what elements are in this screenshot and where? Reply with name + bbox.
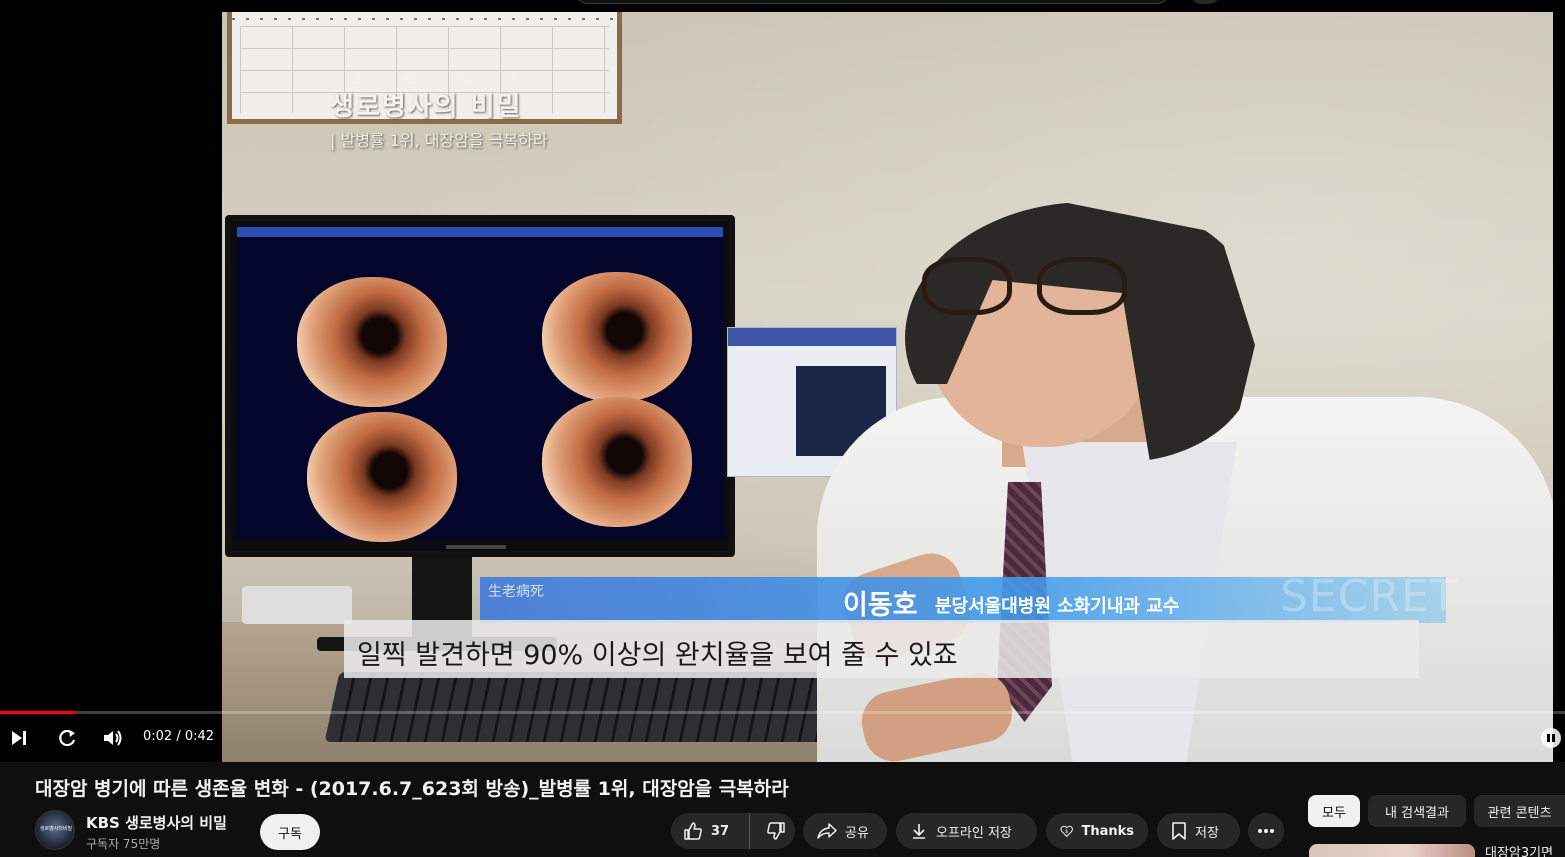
pause-button[interactable] — [1541, 728, 1561, 748]
autoplay-button[interactable] — [52, 724, 82, 752]
pause-icon — [1547, 734, 1555, 742]
volume-button[interactable] — [98, 724, 128, 752]
more-actions-button[interactable] — [1248, 813, 1284, 849]
chip-related[interactable]: 관련 콘텐츠 — [1474, 795, 1565, 827]
show-logo-hanja: 生 老 病 死 — [352, 71, 536, 86]
endoscopy-image-1 — [297, 277, 447, 407]
more-horizontal-icon — [1258, 829, 1274, 833]
doctor — [817, 202, 1553, 762]
subscribe-button[interactable]: 구독 — [260, 814, 320, 850]
progress-played — [0, 711, 76, 714]
download-icon — [913, 824, 925, 839]
video-player[interactable]: 生 老 病 死 생로병사의 비밀 | 발병률 1위, 대장암을 극복하라 生老病… — [0, 0, 1565, 762]
avatar-text: 생로병사의비밀 — [39, 826, 73, 832]
desk-phone — [242, 586, 352, 624]
bookmark-icon — [1172, 822, 1186, 840]
speaker-role: 분당서울대병원 소화기내과 교수 — [935, 596, 1180, 617]
next-icon — [12, 731, 26, 745]
channel-name[interactable]: KBS 생로병사의 비밀 — [86, 812, 227, 833]
chip-all[interactable]: 모두 — [1308, 795, 1360, 827]
like-count: 37 — [711, 823, 730, 839]
next-button[interactable] — [4, 724, 34, 752]
show-logo: 生 老 病 死 생로병사의 비밀 | 발병률 1위, 대장암을 극복하라 — [330, 67, 650, 151]
thumbs-up-icon — [684, 822, 702, 840]
progress-bar[interactable] — [0, 711, 1565, 714]
endoscopy-monitor — [225, 215, 735, 557]
save-button[interactable]: 저장 — [1157, 813, 1240, 849]
video-title: 대장암 병기에 따른 생존율 변화 - (2017.6.7_623회 방송)_발… — [35, 778, 789, 800]
subscriber-count: 구독자 75만명 — [86, 837, 161, 851]
share-label: 공유 — [845, 825, 869, 841]
lower-third-tag: 生老病死 — [488, 584, 544, 600]
dislike-button[interactable] — [758, 813, 795, 849]
show-logo-name: 생로병사의 비밀 — [330, 92, 523, 122]
related-video-thumbnail[interactable] — [1309, 844, 1475, 857]
endoscopy-image-4 — [542, 397, 692, 527]
download-button[interactable]: 오프라인 저장 — [896, 813, 1037, 849]
svg-text:$: $ — [1065, 829, 1068, 835]
subtitle-text: 일찍 발견하면 90% 이상의 완치율을 보여 줄 수 있죠 — [357, 640, 958, 671]
related-video-title[interactable]: 대장암3기면 — [1485, 842, 1553, 857]
like-button[interactable]: 37 — [671, 813, 750, 849]
chip-from-search[interactable]: 내 검색결과 — [1368, 795, 1466, 827]
time-display: 0:02 / 0:42 — [143, 729, 215, 744]
lower-third: 生老病死 이동호 분당서울대병원 소화기내과 교수 SECRET — [480, 571, 1457, 623]
search-bar-edge[interactable] — [575, 0, 1170, 4]
download-label: 오프라인 저장 — [936, 825, 1012, 841]
endoscopy-image-2 — [542, 272, 692, 402]
subtitle-box: 일찍 발견하면 90% 이상의 완치율을 보여 줄 수 있죠 — [344, 620, 1419, 678]
share-icon — [817, 823, 837, 839]
channel-avatar[interactable]: 생로병사의비밀 — [35, 810, 75, 850]
thanks-button[interactable]: $ Thanks — [1046, 813, 1148, 849]
autoplay-icon — [59, 729, 76, 747]
speaker-name: 이동호 — [843, 590, 918, 621]
save-label: 저장 — [1195, 825, 1219, 841]
thanks-icon: $ — [1060, 825, 1073, 838]
search-button-edge[interactable] — [1190, 0, 1220, 4]
volume-icon — [104, 730, 122, 746]
thumbs-down-icon — [767, 822, 786, 840]
keyboard — [324, 672, 850, 742]
thanks-label: Thanks — [1081, 823, 1134, 839]
show-logo-episode: | 발병률 1위, 대장암을 극복하라 — [330, 131, 548, 150]
endoscopy-image-3 — [307, 412, 457, 542]
video-frame[interactable]: 生 老 病 死 생로병사의 비밀 | 발병률 1위, 대장암을 극복하라 生老病… — [222, 12, 1553, 762]
share-button[interactable]: 공유 — [803, 813, 887, 849]
lower-third-watermark: SECRET — [1280, 571, 1458, 622]
like-dislike-group: 37 — [671, 813, 795, 849]
